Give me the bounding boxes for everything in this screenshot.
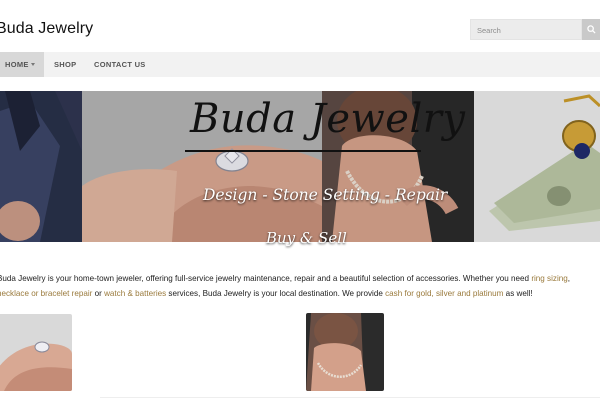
hero-title: Buda Jewelry bbox=[190, 96, 466, 142]
search-input[interactable] bbox=[471, 21, 581, 40]
content-divider bbox=[100, 397, 600, 398]
chevron-down-icon bbox=[31, 63, 35, 66]
hero-tagline: Buy & Sell bbox=[266, 229, 347, 247]
cash-for-gold-link[interactable]: cash for gold, silver and platinum bbox=[385, 289, 503, 298]
intro-paragraph: Buda Jewelry is your home-town jeweler, … bbox=[0, 271, 597, 301]
site-title[interactable]: Buda Jewelry bbox=[0, 20, 93, 38]
intro-text: , bbox=[567, 274, 571, 283]
nav-home-label: HOME bbox=[5, 60, 29, 69]
watch-batteries-link[interactable]: watch & batteries bbox=[104, 289, 166, 298]
nav-item-contact-us[interactable]: CONTACT US bbox=[94, 52, 146, 77]
intro-text: Buda Jewelry is your home-town jeweler, … bbox=[0, 274, 532, 283]
hero-subtitle: Design - Stone Setting - Repair bbox=[203, 186, 448, 204]
site-header: Buda Jewelry bbox=[0, 0, 600, 52]
ring-sizing-link[interactable]: ring sizing bbox=[531, 274, 567, 283]
intro-text: services, Buda Jewelry is your local des… bbox=[166, 289, 386, 298]
search-button[interactable] bbox=[582, 19, 600, 40]
necklace-bracelet-repair-link[interactable]: necklace or bracelet repair bbox=[0, 289, 92, 298]
necklace-thumbnail[interactable] bbox=[306, 313, 384, 391]
nav-item-home[interactable]: HOME bbox=[0, 52, 44, 77]
search-box bbox=[470, 19, 582, 40]
intro-text: or bbox=[92, 289, 105, 298]
nav-item-shop[interactable]: SHOP bbox=[54, 52, 76, 77]
search-icon bbox=[586, 25, 596, 34]
hero-title-underline bbox=[185, 150, 421, 152]
intro-text: as well! bbox=[503, 289, 533, 298]
ring-thumbnail[interactable] bbox=[0, 314, 72, 391]
main-navigation: HOME SHOP CONTACT US bbox=[0, 52, 600, 77]
